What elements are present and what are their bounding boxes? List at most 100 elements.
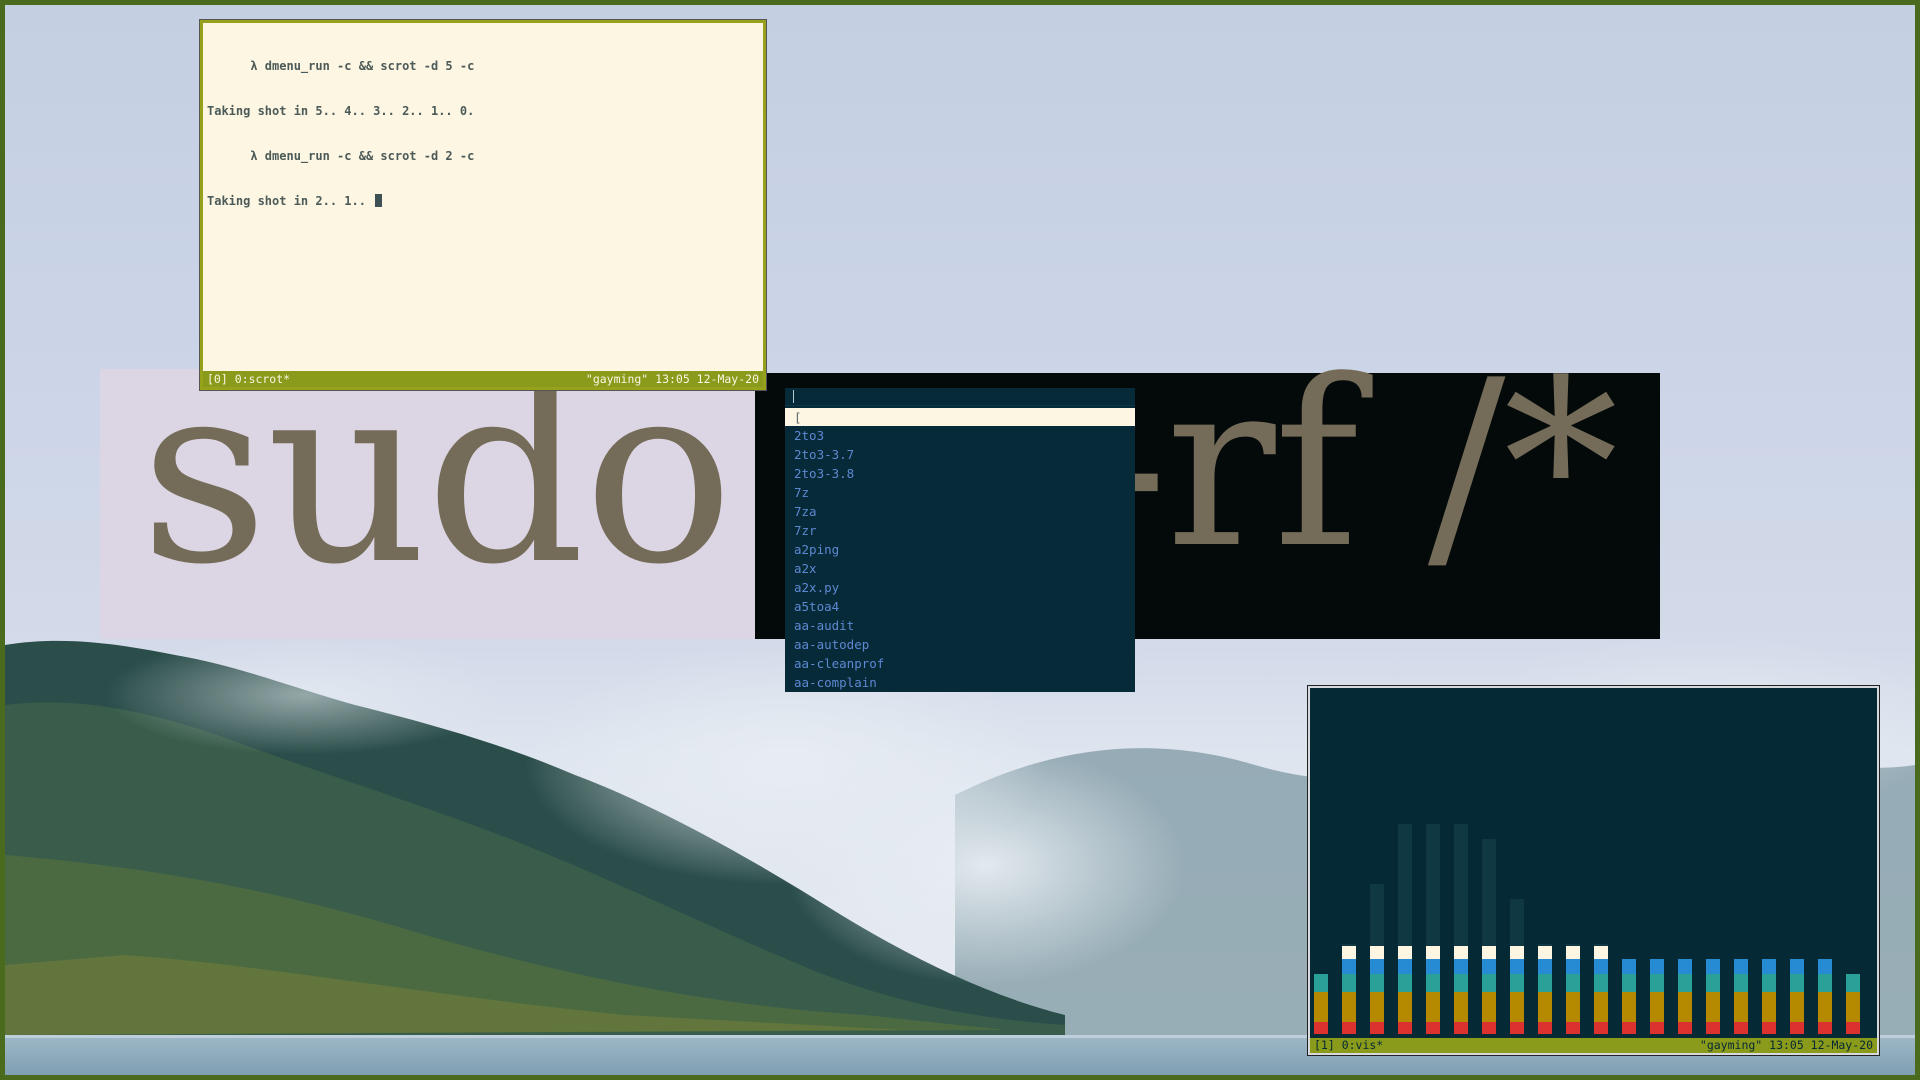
tmux-window-label[interactable]: [1] 0:vis* — [1314, 1038, 1383, 1053]
visualizer-bar-segment — [1734, 974, 1748, 992]
dmenu-item[interactable]: a5toa4 — [785, 597, 1135, 616]
visualizer-bar-segment — [1650, 974, 1664, 992]
visualizer-bar-segment — [1818, 974, 1832, 992]
dmenu-item[interactable]: aa-audit — [785, 616, 1135, 635]
dmenu-item[interactable]: 2to3-3.7 — [785, 445, 1135, 464]
dmenu-caret — [793, 390, 794, 403]
visualizer-bar-segment — [1454, 959, 1468, 974]
visualizer-bar-segment — [1846, 1022, 1860, 1034]
terminal-line: λ dmenu_run -c && scrot -d 5 -c — [207, 59, 475, 73]
visualizer-bar-segment — [1398, 974, 1412, 992]
visualizer-bar-segment — [1426, 974, 1440, 992]
terminal-window-vis[interactable]: [1] 0:vis* "gayming" 13:05 12-May-20 — [1307, 685, 1880, 1056]
visualizer-bar-segment — [1678, 992, 1692, 1022]
sudo-banner: sudo — [100, 339, 760, 639]
visualizer-bar-segment — [1678, 959, 1692, 974]
visualizer-bar-segment — [1510, 946, 1524, 959]
tmux-status-bar: [1] 0:vis* "gayming" 13:05 12-May-20 — [1310, 1038, 1877, 1053]
visualizer-bar-segment — [1706, 974, 1720, 992]
visualizer-bar-segment — [1426, 946, 1440, 959]
visualizer-bar-segment — [1398, 1022, 1412, 1034]
dmenu-item[interactable]: aa-autodep — [785, 635, 1135, 654]
visualizer-bar-segment — [1706, 959, 1720, 974]
visualizer-bar-segment — [1482, 992, 1496, 1022]
visualizer-bar-segment — [1678, 1022, 1692, 1034]
visualizer-bar-segment — [1846, 992, 1860, 1022]
visualizer-bar-segment — [1566, 1022, 1580, 1034]
dmenu-item[interactable]: a2ping — [785, 540, 1135, 559]
visualizer-bar-segment — [1482, 946, 1496, 959]
visualizer-bar-segment — [1538, 992, 1552, 1022]
banner-word-rf: -rf /* — [1090, 332, 1618, 599]
visualizer-bar-segment — [1482, 959, 1496, 974]
terminal-line: Taking shot in 5.. 4.. 3.. 2.. 1.. 0. — [207, 104, 475, 118]
visualizer-bar-segment — [1454, 992, 1468, 1022]
visualizer-bar-segment — [1510, 992, 1524, 1022]
visualizer-bar-segment — [1650, 1022, 1664, 1034]
visualizer-bar-segment — [1594, 959, 1608, 974]
dmenu-item[interactable]: a2x.py — [785, 578, 1135, 597]
visualizer-bar-segment — [1454, 974, 1468, 992]
visualizer-bar-segment — [1622, 992, 1636, 1022]
visualizer-bar-segment — [1706, 992, 1720, 1022]
visualizer-bar-segment — [1622, 974, 1636, 992]
visualizer-bar-segment — [1342, 974, 1356, 992]
visualizer-bar-segment — [1454, 946, 1468, 959]
visualizer-bar-segment — [1314, 1022, 1328, 1034]
dmenu-input[interactable] — [785, 388, 1135, 406]
visualizer-bar-segment — [1398, 992, 1412, 1022]
visualizer-bar-segment — [1342, 1022, 1356, 1034]
visualizer-bar-segment — [1790, 992, 1804, 1022]
tmux-window-label[interactable]: [0] 0:scrot* — [207, 371, 290, 387]
visualizer-bar-segment — [1370, 974, 1384, 992]
visualizer-bar-segment — [1566, 946, 1580, 959]
dmenu-item[interactable]: 7zr — [785, 521, 1135, 540]
visualizer-bar-segment — [1818, 992, 1832, 1022]
terminal-line: Taking shot in 2.. 1.. — [207, 194, 374, 208]
visualizer-bar-segment — [1482, 1022, 1496, 1034]
visualizer-bar-segment — [1566, 992, 1580, 1022]
visualizer-bar-segment — [1426, 1022, 1440, 1034]
visualizer-bar-segment — [1678, 974, 1692, 992]
visualizer-bar-segment — [1734, 1022, 1748, 1034]
visualizer-bar-segment — [1594, 1022, 1608, 1034]
visualizer-bar-segment — [1706, 1022, 1720, 1034]
dmenu-item[interactable]: [ — [785, 408, 1135, 426]
dmenu-item[interactable]: 2to3-3.8 — [785, 464, 1135, 483]
visualizer-bar-segment — [1426, 992, 1440, 1022]
dmenu-item[interactable]: 2to3 — [785, 426, 1135, 445]
visualizer-bar-segment — [1342, 959, 1356, 974]
visualizer-bar-segment — [1510, 974, 1524, 992]
visualizer-bar-segment — [1650, 959, 1664, 974]
visualizer-bar-segment — [1510, 959, 1524, 974]
terminal-window-scrot[interactable]: λ dmenu_run -c && scrot -d 5 -c Taking s… — [199, 19, 767, 391]
visualizer-bar-segment — [1398, 946, 1412, 959]
visualizer-bar-segment — [1538, 1022, 1552, 1034]
dmenu-item[interactable]: aa-cleanprof — [785, 654, 1135, 673]
dmenu-item[interactable]: 7z — [785, 483, 1135, 502]
visualizer-bar-segment — [1342, 946, 1356, 959]
visualizer-bar-segment — [1594, 974, 1608, 992]
visualizer-bar-segment — [1538, 974, 1552, 992]
tmux-status-right: "gayming" 13:05 12-May-20 — [1699, 1038, 1873, 1052]
visualizer-bar-segment — [1538, 959, 1552, 974]
dmenu-launcher[interactable]: [2to3 2to3-3.7 2to3-3.8 7z 7za 7zr a2ping a2x a2… — [785, 388, 1135, 692]
visualizer-bar-segment — [1454, 1022, 1468, 1034]
visualizer-bar-segment — [1370, 959, 1384, 974]
visualizer-bar-segment — [1314, 992, 1328, 1022]
terminal-cursor — [375, 194, 383, 207]
dmenu-item[interactable]: 7za — [785, 502, 1135, 521]
tmux-status-bar: [0] 0:scrot* "gayming" 13:05 12-May-20 — [203, 371, 763, 387]
tmux-status-right: "gayming" 13:05 12-May-20 — [585, 372, 759, 386]
visualizer-bar-segment — [1370, 992, 1384, 1022]
visualizer-bar-segment — [1818, 959, 1832, 974]
visualizer-bar-segment — [1314, 974, 1328, 992]
visualizer-bar-segment — [1370, 946, 1384, 959]
dmenu-item[interactable]: a2x — [785, 559, 1135, 578]
terminal-output[interactable]: λ dmenu_run -c && scrot -d 5 -c Taking s… — [207, 29, 474, 239]
visualizer-bar-segment — [1790, 959, 1804, 974]
dmenu-item[interactable]: aa-complain — [785, 673, 1135, 692]
visualizer-bar-segment — [1734, 992, 1748, 1022]
visualizer-bar-segment — [1594, 946, 1608, 959]
visualizer-bar-segment — [1370, 1022, 1384, 1034]
